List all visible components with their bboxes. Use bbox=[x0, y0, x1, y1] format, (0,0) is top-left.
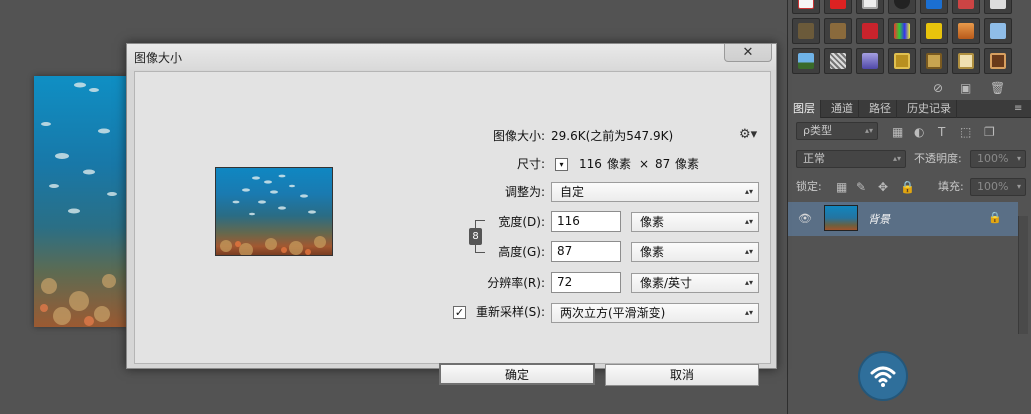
filter-adjust-icon[interactable]: ◐ bbox=[914, 122, 924, 142]
dimensions-height-unit: 像素 bbox=[675, 157, 700, 171]
style-swatch[interactable] bbox=[952, 18, 980, 44]
wifi-status-badge[interactable] bbox=[858, 351, 908, 401]
style-swatch[interactable] bbox=[856, 48, 884, 74]
resolution-label: 分辨率(R): bbox=[487, 276, 545, 290]
fit-to-select[interactable]: 自定 ▴▾ bbox=[551, 182, 759, 202]
preview-fish bbox=[220, 174, 326, 257]
dimensions-width: 116 bbox=[579, 157, 602, 171]
fill-field[interactable]: 100% ▾ bbox=[970, 178, 1026, 196]
style-swatch[interactable] bbox=[792, 48, 820, 74]
styles-footer: ⊘ ▣ 🗑 bbox=[788, 78, 1031, 98]
tab-paths[interactable]: 路径 bbox=[864, 100, 897, 118]
dialog-body: 图像大小: 29.6K(之前为547.9K) ⚙▾ 尺寸: ▾ 116 像素 ×… bbox=[134, 71, 771, 386]
layers-panel: 图层 通道 路径 历史记录 ≡ ρ类型 ▴▾ ▦ ◐ T ⬚ ❐ 正常 ▴▾ 不透明… bbox=[788, 100, 1031, 334]
blend-mode-select[interactable]: 正常 ▴▾ bbox=[796, 150, 906, 168]
height-input[interactable]: 87 bbox=[551, 241, 621, 262]
styles-panel: ⊘ ▣ 🗑 bbox=[788, 0, 1031, 98]
dialog-title-bar[interactable]: 图像大小 ✕ bbox=[127, 44, 776, 70]
fill-label: 填充: bbox=[938, 180, 964, 193]
wifi-icon bbox=[870, 366, 896, 387]
dialog-title: 图像大小 bbox=[134, 51, 183, 65]
style-swatch[interactable] bbox=[920, 0, 948, 14]
style-swatch[interactable] bbox=[824, 18, 852, 44]
panel-menu-icon[interactable]: ≡ bbox=[1014, 99, 1022, 119]
lock-label: 锁定: bbox=[796, 180, 822, 193]
layer-filter-kind-select[interactable]: ρ类型 ▴▾ bbox=[796, 122, 878, 140]
document-image[interactable] bbox=[34, 76, 128, 327]
layer-row-background[interactable]: 👁 背景 🔒 bbox=[788, 202, 1018, 236]
dimensions-height: 87 bbox=[655, 157, 671, 171]
opacity-label: 不透明度: bbox=[914, 152, 962, 165]
style-swatch[interactable] bbox=[952, 0, 980, 14]
trash-icon[interactable]: 🗑 bbox=[990, 78, 1005, 98]
style-swatch[interactable] bbox=[952, 48, 980, 74]
close-button[interactable]: ✕ bbox=[724, 44, 772, 62]
image-preview[interactable] bbox=[215, 167, 333, 257]
tab-channels[interactable]: 通道 bbox=[826, 100, 859, 118]
filter-pixel-icon[interactable]: ▦ bbox=[892, 122, 903, 142]
visibility-eye-icon[interactable]: 👁 bbox=[798, 212, 812, 226]
style-swatch[interactable] bbox=[920, 18, 948, 44]
new-style-icon[interactable]: ▣ bbox=[960, 78, 971, 98]
panel-tab-strip: 图层 通道 路径 历史记录 ≡ bbox=[788, 100, 1031, 118]
filter-type-icon[interactable]: T bbox=[938, 122, 945, 142]
image-size-dialog: 图像大小 ✕ 图像大小: 29.6K(之前为547.9K) ⚙▾ 尺寸: ▾ 1… bbox=[126, 43, 777, 386]
width-label: 宽度(D): bbox=[498, 215, 545, 229]
height-label: 高度(G): bbox=[498, 245, 545, 259]
dimensions-unit-toggle[interactable]: ▾ bbox=[555, 158, 568, 171]
style-swatch[interactable] bbox=[792, 0, 820, 14]
tab-history[interactable]: 历史记录 bbox=[902, 100, 957, 118]
filter-smart-icon[interactable]: ❐ bbox=[984, 122, 995, 142]
resolution-unit-select[interactable]: 像素/英寸 ▴▾ bbox=[631, 273, 759, 293]
layer-lock-icon: 🔒 bbox=[988, 211, 1002, 224]
width-unit-select[interactable]: 像素 ▴▾ bbox=[631, 212, 759, 232]
gear-icon[interactable]: ⚙▾ bbox=[739, 127, 757, 142]
opacity-field[interactable]: 100% ▾ bbox=[970, 150, 1026, 168]
dimensions-label: 尺寸: bbox=[516, 157, 545, 171]
style-swatch[interactable] bbox=[856, 18, 884, 44]
style-swatch[interactable] bbox=[984, 0, 1012, 14]
right-panel: ⊘ ▣ 🗑 图层 通道 路径 历史记录 ≡ ρ类型 ▴▾ ▦ ◐ T ⬚ ❐ 正常… bbox=[787, 0, 1031, 414]
style-swatch[interactable] bbox=[888, 18, 916, 44]
style-swatch[interactable] bbox=[984, 18, 1012, 44]
image-size-value: 29.6K(之前为547.9K) bbox=[551, 129, 674, 143]
height-unit-select[interactable]: 像素 ▴▾ bbox=[631, 242, 759, 262]
style-swatch[interactable] bbox=[824, 48, 852, 74]
layers-scrollbar[interactable] bbox=[1018, 216, 1028, 334]
resample-label: 重新采样(S): bbox=[475, 305, 545, 319]
resample-method-select[interactable]: 两次立方(平滑渐变) ▴▾ bbox=[551, 303, 759, 323]
lock-transparent-icon[interactable]: ▦ bbox=[836, 177, 847, 197]
style-swatch[interactable] bbox=[888, 0, 916, 14]
dimensions-unit: 像素 bbox=[607, 157, 632, 171]
style-swatch[interactable] bbox=[920, 48, 948, 74]
layer-name[interactable]: 背景 bbox=[868, 211, 890, 227]
style-swatch[interactable] bbox=[856, 0, 884, 14]
clear-style-icon[interactable]: ⊘ bbox=[933, 78, 943, 98]
style-swatch[interactable] bbox=[824, 0, 852, 14]
lock-move-icon[interactable]: ✥ bbox=[878, 177, 888, 197]
style-swatch[interactable] bbox=[888, 48, 916, 74]
tab-layers[interactable]: 图层 bbox=[788, 100, 821, 118]
style-swatch[interactable] bbox=[792, 18, 820, 44]
resolution-input[interactable]: 72 bbox=[551, 272, 621, 293]
image-size-label: 图像大小: bbox=[492, 129, 545, 143]
dimensions-separator: × bbox=[639, 157, 650, 171]
fit-to-label: 调整为: bbox=[504, 185, 545, 199]
resample-checkbox[interactable]: ✓ bbox=[453, 306, 466, 319]
width-input[interactable]: 116 bbox=[551, 211, 621, 232]
lock-paint-icon[interactable]: ✎ bbox=[856, 177, 866, 197]
cancel-button[interactable]: 取消 bbox=[605, 364, 759, 386]
lock-all-icon[interactable]: 🔒 bbox=[900, 177, 915, 197]
ok-button[interactable]: 确定 bbox=[439, 363, 595, 385]
document-image-fish bbox=[40, 82, 117, 326]
layer-thumbnail bbox=[824, 205, 858, 231]
close-icon: ✕ bbox=[742, 45, 754, 60]
style-swatch[interactable] bbox=[984, 48, 1012, 74]
filter-shape-icon[interactable]: ⬚ bbox=[960, 122, 971, 142]
